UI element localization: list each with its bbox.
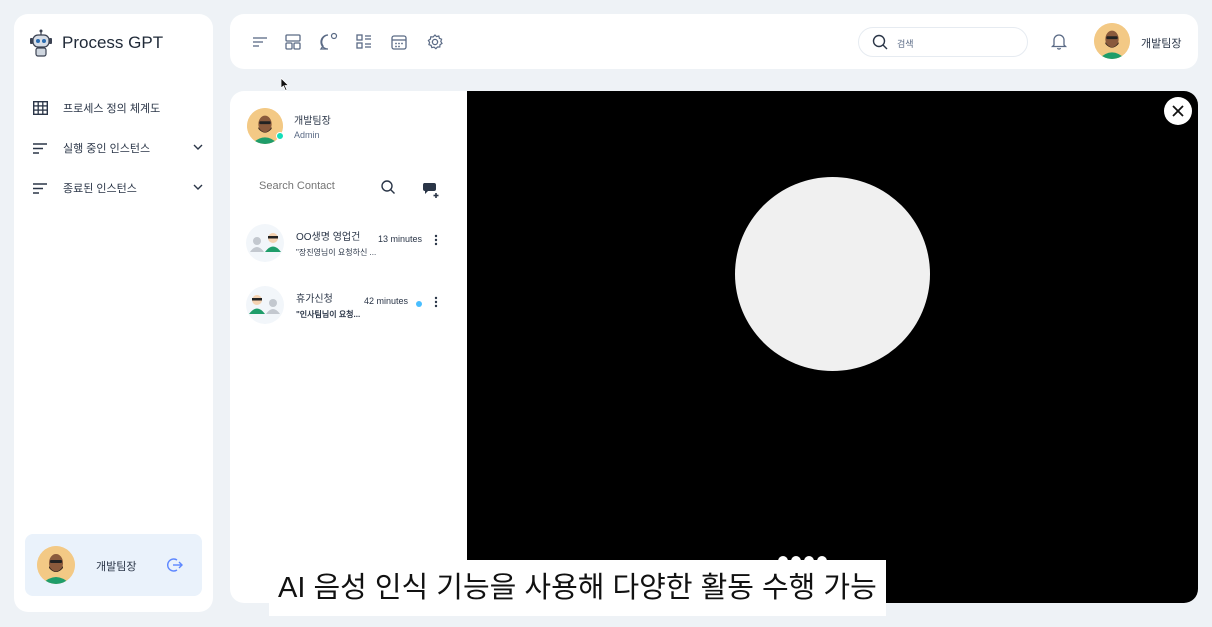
list-icon: [32, 140, 48, 156]
calendar-icon[interactable]: [389, 32, 409, 52]
search-icon: [872, 34, 888, 50]
voice-recognition-overlay: [467, 91, 1198, 603]
sidebar-item-label: 종료된 인스턴스: [63, 183, 137, 195]
group-avatar: [246, 286, 284, 324]
user-name[interactable]: 개발팀장: [1141, 35, 1181, 51]
brand-name: Process GPT: [62, 33, 164, 52]
voice-input-circle[interactable]: [735, 177, 930, 371]
bell-icon[interactable]: [1050, 32, 1068, 50]
avatar[interactable]: [37, 546, 75, 584]
conversation-item[interactable]: OO생명 영업건 "장진영님이 요청하신 ... 13 minutes: [246, 224, 446, 264]
sidebar-item-running-instances[interactable]: 실행 중인 인스턴스: [32, 137, 204, 159]
conversation-title: OO생명 영업건: [296, 232, 361, 243]
sidebar-item-label: 프로세스 정의 체계도: [63, 103, 161, 115]
my-role: Admin: [294, 130, 320, 140]
conversation-item[interactable]: 휴가신청 "인사팀님이 요청... 42 minutes: [246, 286, 446, 326]
sidebar-profile-card: 개발팀장: [25, 534, 202, 596]
close-icon: [1172, 105, 1184, 117]
sidebar-item-process-definition[interactable]: 프로세스 정의 체계도: [32, 97, 204, 119]
sidebar: Process GPT 프로세스 정의 체계도 실행 중인 인스턴스 종료된 인…: [14, 14, 213, 612]
layout-icon[interactable]: [283, 32, 303, 52]
logout-icon[interactable]: [166, 556, 184, 574]
contact-search-input[interactable]: [259, 180, 369, 192]
grid-icon: [32, 100, 48, 116]
my-name: 개발팀장: [294, 116, 331, 127]
robot-logo-icon: [28, 28, 54, 58]
topbar: 검색 개발팀장: [230, 14, 1198, 69]
list-icon: [32, 180, 48, 196]
search-icon[interactable]: [380, 179, 396, 195]
conversation-time: 13 minutes: [378, 234, 423, 244]
chat-bubble-icon[interactable]: [318, 32, 338, 52]
sidebar-item-finished-instances[interactable]: 종료된 인스턴스: [32, 177, 204, 199]
conversation-title: 휴가신청: [296, 294, 333, 305]
chevron-down-icon[interactable]: [192, 181, 204, 196]
mouse-cursor-icon: [281, 78, 290, 91]
more-options-icon[interactable]: [434, 233, 438, 247]
search-input[interactable]: 검색: [858, 27, 1028, 57]
chevron-down-icon[interactable]: [192, 141, 204, 156]
close-button[interactable]: [1164, 97, 1192, 125]
checklist-icon[interactable]: [354, 32, 374, 52]
new-chat-icon[interactable]: [422, 180, 440, 198]
group-avatar: [246, 224, 284, 262]
profile-name: 개발팀장: [96, 561, 137, 573]
subtitle-caption: AI 음성 인식 기능을 사용해 다양한 활동 수행 가능: [269, 560, 886, 616]
conversation-preview: "장진영님이 요청하신 ...: [296, 248, 377, 257]
avatar[interactable]: [1094, 23, 1130, 59]
online-status-dot: [276, 132, 284, 140]
more-options-icon[interactable]: [434, 295, 438, 309]
conversation-time: 42 minutes: [364, 296, 409, 306]
sidebar-item-label: 실행 중인 인스턴스: [63, 143, 151, 155]
settings-icon[interactable]: [425, 32, 445, 52]
brand[interactable]: Process GPT: [28, 28, 163, 58]
menu-icon[interactable]: [250, 32, 270, 52]
conversation-preview: "인사팀님이 요청...: [296, 310, 361, 319]
unread-dot: [416, 301, 422, 307]
search-placeholder: 검색: [897, 39, 914, 49]
